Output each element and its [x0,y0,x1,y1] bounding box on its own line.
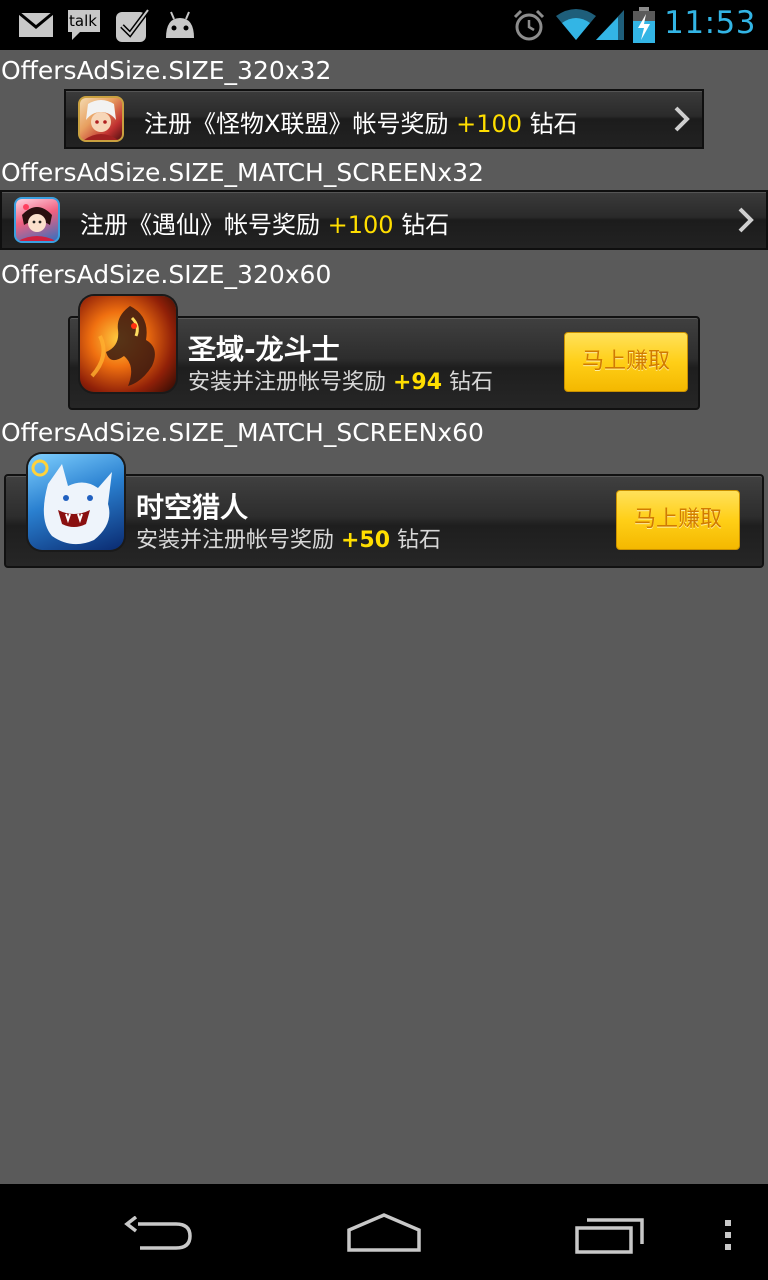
offer-text: 注册《怪物X联盟》帐号奖励 +100 钻石 [144,104,578,139]
offer-text-suffix: 钻石 [522,110,578,138]
offer-desc-prefix: 安装并注册帐号奖励 [188,370,393,395]
signal-icon [596,10,624,40]
offer-text: 注册《遇仙》帐号奖励 +100 钻石 [80,205,449,240]
offer-reward: +94 [393,370,443,395]
offer-title: 时空猎人 [136,491,249,524]
section-label: OffersAdSize.SIZE_MATCH_SCREENx32 [1,158,484,187]
clock: 11:53 [664,5,756,41]
offer-desc: 安装并注册帐号奖励 +50 钻石 [136,522,441,554]
offer-reward: +100 [327,211,394,239]
android-icon [166,11,194,38]
section-label: OffersAdSize.SIZE_MATCH_SCREENx60 [1,418,484,447]
tasks-check-icon [116,8,150,42]
chevron-right-icon [674,106,690,132]
alarm-icon [513,9,545,41]
section-label: OffersAdSize.SIZE_320x32 [1,56,332,85]
section-label: OffersAdSize.SIZE_320x60 [1,260,332,289]
navigation-bar [0,1184,768,1280]
chevron-right-icon [738,207,754,233]
offer-text-suffix: 钻石 [393,211,450,239]
offer-reward: +100 [456,110,522,138]
monster-x-league-app-icon [78,96,124,142]
offer-title: 圣域-龙斗士 [188,333,340,366]
offer-banner-match-screen-x32[interactable]: 注册《遇仙》帐号奖励 +100 钻石 [0,190,768,250]
yuxian-app-icon [14,197,60,243]
offer-text-prefix: 注册《遇仙》帐号奖励 [80,211,328,239]
offer-desc-suffix: 钻石 [442,370,494,395]
home-icon[interactable] [346,1212,422,1254]
talk-label: talk [69,12,97,30]
status-bar: talk 11:53 [0,0,768,50]
talk-icon: talk [66,8,102,42]
earn-now-button[interactable]: 马上赚取 [616,490,740,550]
offer-desc: 安装并注册帐号奖励 +94 钻石 [188,364,493,396]
earn-now-button[interactable]: 马上赚取 [564,332,688,392]
offer-banner-320x32[interactable]: 注册《怪物X联盟》帐号奖励 +100 钻石 [64,89,704,149]
recent-apps-icon[interactable] [574,1214,646,1256]
wifi-icon [556,9,596,40]
offer-text-prefix: 注册《怪物X联盟》帐号奖励 [144,110,457,138]
offer-desc-prefix: 安装并注册帐号奖励 [136,528,341,553]
back-icon[interactable] [124,1216,196,1252]
offer-desc-suffix: 钻石 [390,528,442,553]
dragon-warrior-app-icon [80,296,176,392]
battery-charging-icon [633,7,655,43]
offer-reward: +50 [341,528,391,553]
overflow-menu-icon[interactable] [722,1218,734,1252]
gmail-icon [18,12,54,37]
screen: talk 11:53 OffersAdSize.SIZE_320x32 注册《怪… [0,0,768,1280]
time-hunter-app-icon [28,454,124,550]
